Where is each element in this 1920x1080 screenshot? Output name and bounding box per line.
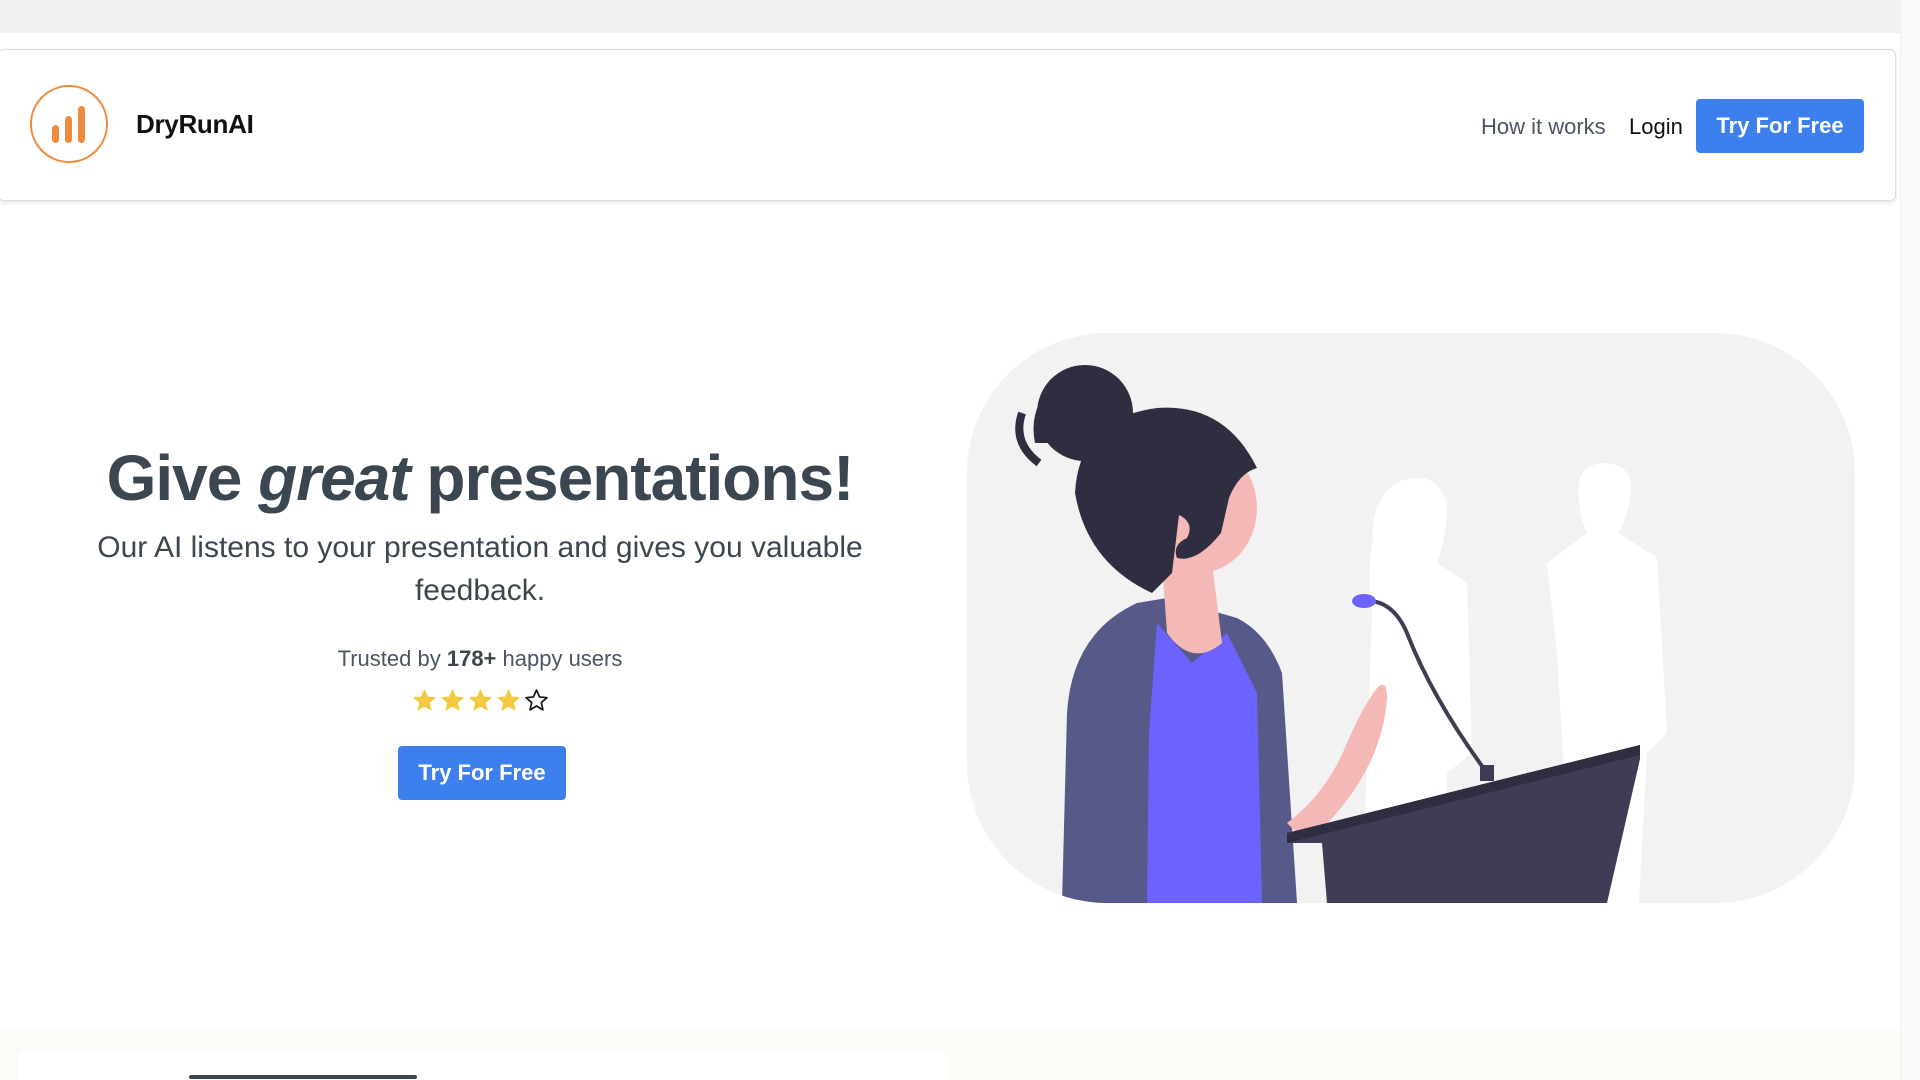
star-filled-icon: [413, 689, 435, 711]
next-section-card: [18, 1050, 948, 1080]
trusted-count: 178+: [446, 646, 497, 671]
star-filled-icon: [441, 689, 463, 711]
rating-stars: [40, 688, 920, 718]
presenter-illustration: [967, 333, 1855, 903]
hero-headline: Give great presentations!: [40, 430, 920, 526]
bar-chart-circle-icon[interactable]: [30, 85, 108, 163]
nav-try-for-free-button[interactable]: Try For Free: [1696, 99, 1864, 153]
trusted-prefix: Trusted by: [337, 646, 447, 671]
trusted-by-text: Trusted by 178+ happy users: [40, 646, 920, 672]
star-filled-icon: [497, 689, 519, 711]
browser-top-strip: [0, 0, 1920, 33]
nav-how-it-works-link[interactable]: How it works: [1481, 114, 1606, 140]
brand-name[interactable]: DryRunAI: [136, 109, 254, 140]
hero-try-for-free-button[interactable]: Try For Free: [398, 746, 566, 800]
navbar: DryRunAI How it works Login Try For Free: [0, 49, 1896, 201]
headline-end: presentations!: [409, 442, 854, 514]
woman-presenting-at-podium-illustration: [1015, 365, 1667, 903]
trusted-suffix: happy users: [496, 646, 623, 671]
star-filled-icon: [469, 689, 491, 711]
window-scroll-edge: [1900, 0, 1920, 1080]
nav-login-link[interactable]: Login: [1629, 114, 1683, 140]
next-section-tab-indicator: [189, 1075, 417, 1079]
headline-emphasis: great: [258, 442, 410, 514]
star-outline-icon: [524, 689, 548, 711]
headline-start: Give: [106, 442, 259, 514]
hero-subheadline: Our AI listens to your presentation and …: [97, 531, 863, 607]
hero-section: Give great presentations! Our AI listens…: [40, 430, 920, 826]
hero-cta-wrap: Try For Free: [40, 746, 920, 826]
